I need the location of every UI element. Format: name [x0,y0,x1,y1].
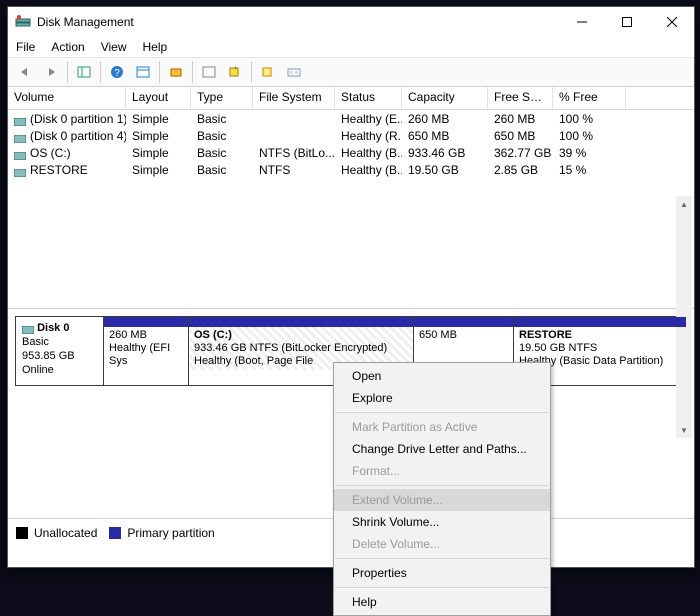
close-button[interactable] [649,7,694,37]
ctx-change-letter[interactable]: Change Drive Letter and Paths... [334,438,550,460]
disk-state: Online [22,364,54,376]
ctx-mark-active: Mark Partition as Active [334,416,550,438]
menu-separator [335,587,549,588]
forward-button[interactable] [39,60,63,84]
legend-primary-swatch [109,527,121,539]
minimize-button[interactable] [559,7,604,37]
toolbar-icon-5[interactable] [256,60,280,84]
volume-list-header: Volume Layout Type File System Status Ca… [8,87,694,110]
legend-unallocated-label: Unallocated [34,526,97,540]
volume-name: OS (C:) [30,146,71,160]
col-layout[interactable]: Layout [126,87,191,109]
toolbar-icon-2[interactable] [164,60,188,84]
toolbar-icon-4[interactable] [223,60,247,84]
partition-line1: 933.46 GB NTFS (BitLocker Encrypted) [194,342,408,355]
toolbar-icon-6[interactable] [282,60,306,84]
ctx-open[interactable]: Open [334,365,550,387]
volume-list: (Disk 0 partition 1) Simple Basic Health… [8,110,694,309]
svg-text:?: ? [114,68,120,79]
toolbar-icon-3[interactable] [197,60,221,84]
menu-action[interactable]: Action [51,40,84,54]
partition-line1: 260 MB [109,329,183,342]
volume-row[interactable]: RESTORE Simple Basic NTFS Healthy (B... … [8,161,694,178]
menu-file[interactable]: File [16,40,35,54]
volume-name: (Disk 0 partition 1) [30,112,126,126]
ctx-delete-volume: Delete Volume... [334,533,550,555]
titlebar[interactable]: Disk Management [8,7,694,37]
ctx-help[interactable]: Help [334,591,550,613]
disk-info: Disk 0 Basic 953.85 GB Online [16,317,104,385]
partition-line1: 19.50 GB NTFS [519,342,681,355]
volume-icon [14,166,26,174]
menu-separator [335,412,549,413]
legend-unallocated-swatch [16,527,28,539]
help-icon[interactable]: ? [105,60,129,84]
menu-separator [335,485,549,486]
ctx-extend-volume: Extend Volume... [334,489,550,511]
volume-row[interactable]: (Disk 0 partition 1) Simple Basic Health… [8,110,694,127]
volume-row[interactable]: OS (C:) Simple Basic NTFS (BitLo... Heal… [8,144,694,161]
partition-line2: Healthy (EFI Sys [109,342,183,368]
window-controls [559,7,694,37]
menu-separator [335,558,549,559]
partition-title: RESTORE [519,329,681,342]
volume-icon [14,132,26,140]
col-freespace[interactable]: Free Spa... [488,87,553,109]
col-filesystem[interactable]: File System [253,87,335,109]
col-type[interactable]: Type [191,87,253,109]
ctx-format: Format... [334,460,550,482]
volume-row[interactable]: (Disk 0 partition 4) Simple Basic Health… [8,127,694,144]
menu-help[interactable]: Help [143,40,168,54]
ctx-explore[interactable]: Explore [334,387,550,409]
scroll-up-icon[interactable]: ▲ [676,196,692,212]
col-capacity[interactable]: Capacity [402,87,488,109]
col-pctfree[interactable]: % Free [553,87,626,109]
disk-type: Basic [22,336,49,348]
show-hide-console-tree-icon[interactable] [72,60,96,84]
disk-size: 953.85 GB [22,350,75,362]
toolbar-icon-1[interactable] [131,60,155,84]
toolbar: ? [8,57,694,87]
volume-name: (Disk 0 partition 4) [30,129,126,143]
menu-view[interactable]: View [101,40,127,54]
col-status[interactable]: Status [335,87,402,109]
window-title: Disk Management [37,15,559,29]
context-menu: Open Explore Mark Partition as Active Ch… [333,362,551,616]
scroll-down-icon[interactable]: ▼ [676,422,692,438]
partition-efi[interactable]: 260 MB Healthy (EFI Sys [104,317,189,385]
disk-icon [22,324,34,332]
volume-icon [14,115,26,123]
maximize-button[interactable] [604,7,649,37]
volume-name: RESTORE [30,163,88,177]
app-icon [15,14,31,30]
partition-line1: 650 MB [419,329,508,342]
disk-name: Disk 0 [37,322,69,334]
ctx-shrink-volume[interactable]: Shrink Volume... [334,511,550,533]
menu-bar: File Action View Help [8,37,694,57]
legend-primary-label: Primary partition [127,526,214,540]
partition-title: OS (C:) [194,329,408,342]
back-button[interactable] [13,60,37,84]
ctx-properties[interactable]: Properties [334,562,550,584]
volume-icon [14,149,26,157]
col-volume[interactable]: Volume [8,87,126,109]
